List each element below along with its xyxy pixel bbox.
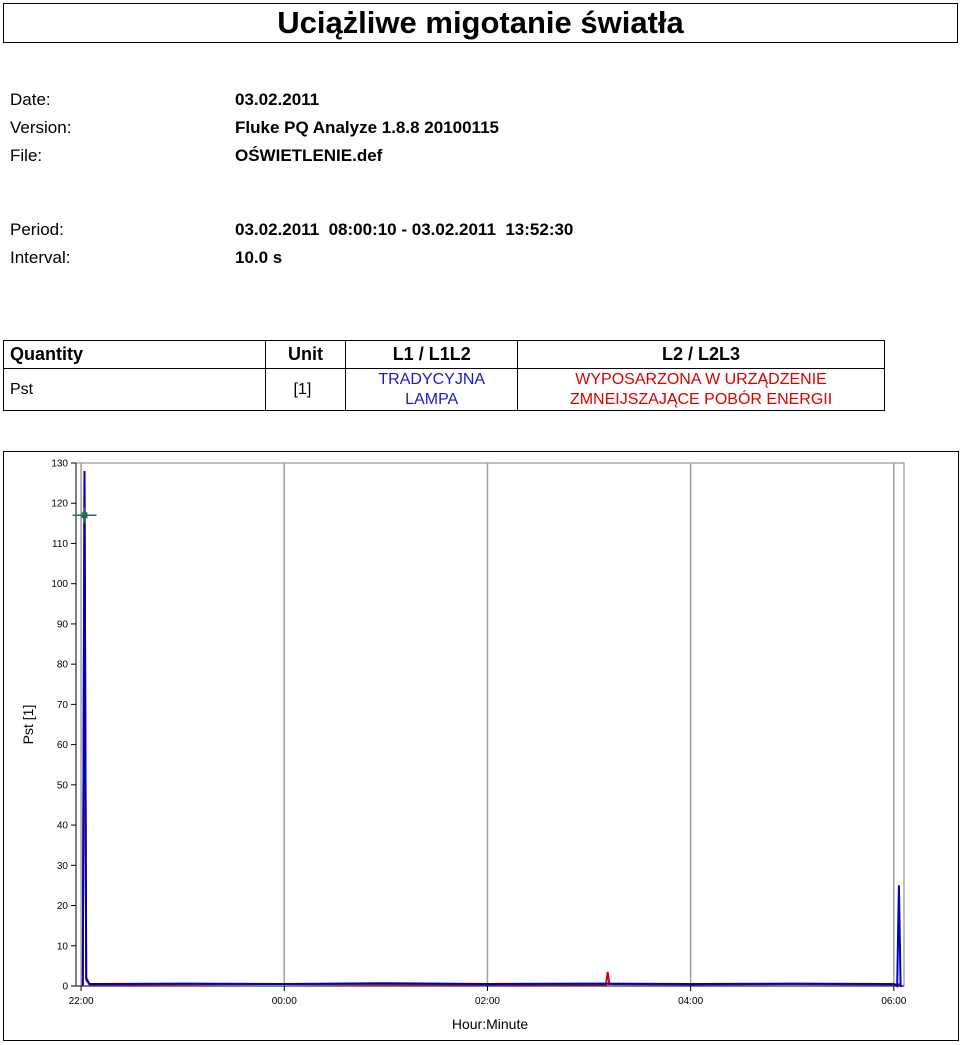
cell-l1-line1: TRADYCYJNA xyxy=(378,370,486,388)
header-l2: L2 / L2L3 xyxy=(517,340,885,369)
y-tick-label: 10 xyxy=(57,941,69,952)
x-tick-label: 06:00 xyxy=(881,996,906,1007)
plot-area xyxy=(75,462,905,987)
interval-value: 10.0 s xyxy=(235,248,283,267)
x-tick-label: 02:00 xyxy=(475,996,500,1007)
header-l1: L1 / L1L2 xyxy=(345,340,519,369)
y-tick-label: 20 xyxy=(57,901,69,912)
version-label: Version: xyxy=(10,118,72,137)
y-tick-label: 90 xyxy=(57,619,69,630)
y-tick-label: 130 xyxy=(51,459,68,470)
cell-quantity: Pst xyxy=(3,368,266,411)
cell-l2-line1: WYPOSARZONA W URZĄDZENIE xyxy=(575,370,827,388)
x-tick-label: 04:00 xyxy=(678,996,703,1007)
x-tick-label: 22:00 xyxy=(69,996,94,1007)
y-tick-label: 0 xyxy=(62,982,68,993)
cell-l2: WYPOSARZONA W URZĄDZENIE ZMNEIJSZAJĄCE P… xyxy=(517,368,885,411)
chart-panel: 0 10 20 30 40 50 60 70 80 90 100 110 120 130 22:00 00:0… xyxy=(3,451,959,1041)
y-tick-label: 80 xyxy=(57,660,69,671)
date-label: Date: xyxy=(10,90,51,109)
x-axis-title: Hour:Minute xyxy=(452,1016,528,1032)
interval-label: Interval: xyxy=(10,248,71,267)
cell-l1-line2: LAMPA xyxy=(405,390,459,408)
pst-chart: 0 10 20 30 40 50 60 70 80 90 100 110 120 130 22:00 00:0… xyxy=(20,459,907,1033)
period-label: Period: xyxy=(10,220,64,239)
cell-l1: TRADYCYJNA LAMPA xyxy=(345,368,519,411)
y-tick-label: 50 xyxy=(57,780,69,791)
y-tick-label: 70 xyxy=(57,700,69,711)
y-tick-label: 120 xyxy=(51,499,68,510)
table-row: Pst [1] TRADYCYJNA LAMPA WYPOSARZONA W U… xyxy=(3,368,885,411)
header-quantity: Quantity xyxy=(3,340,266,369)
file-label: File: xyxy=(10,146,43,165)
y-tick-label: 110 xyxy=(52,539,68,550)
y-axis-title: Pst [1] xyxy=(20,705,36,745)
quantity-table: Quantity Unit L1 / L1L2 L2 / L2L3 Pst [1… xyxy=(3,340,885,411)
file-value: OŚWIETLENIE.def xyxy=(235,146,383,165)
date-value: 03.02.2011 xyxy=(235,90,320,109)
report-title: Uciążliwe migotanie światła xyxy=(3,3,958,43)
period-value: 03.02.2011 08:00:10 - 03.02.2011 13:52:3… xyxy=(235,220,574,239)
y-tick-label: 60 xyxy=(57,740,69,751)
cell-unit: [1] xyxy=(264,368,347,411)
cursor-marker xyxy=(81,512,88,519)
y-tick-label: 40 xyxy=(57,821,69,832)
version-value: Fluke PQ Analyze 1.8.8 20100115 xyxy=(235,118,499,137)
x-tick-label: 00:00 xyxy=(272,996,297,1007)
y-tick-label: 30 xyxy=(57,861,69,872)
table-header-row: Quantity Unit L1 / L1L2 L2 / L2L3 xyxy=(3,340,885,369)
cell-l2-line2: ZMNEIJSZAJĄCE POBÓR ENERGII xyxy=(569,390,833,408)
y-tick-label: 100 xyxy=(51,579,68,590)
header-unit: Unit xyxy=(264,340,347,369)
